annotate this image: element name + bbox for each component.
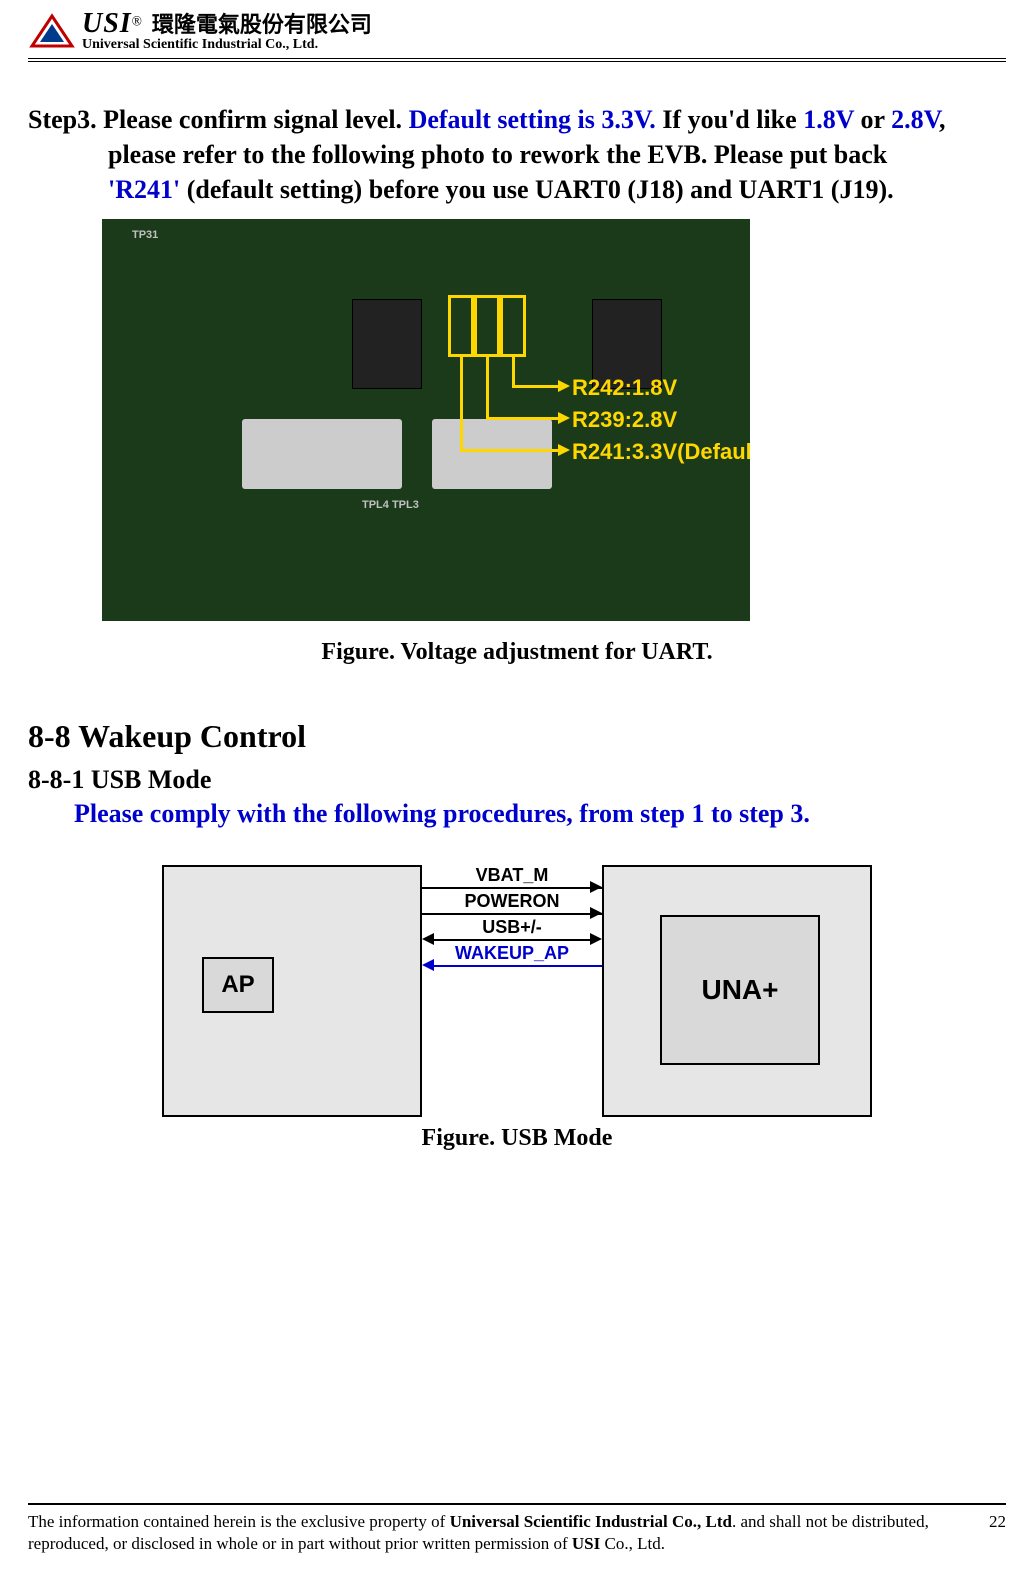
section-8-8-1: 8-8-1 USB Mode bbox=[28, 765, 1006, 795]
step3-paragraph: Step3. Please confirm signal level. Defa… bbox=[28, 102, 1006, 207]
figure1-caption: Figure. Voltage adjustment for UART. bbox=[28, 639, 1006, 666]
step3-r241: 'R241' bbox=[108, 175, 180, 204]
section-8-8: 8-8 Wakeup Control bbox=[28, 718, 1006, 755]
logo-cjk: 環隆電氣股份有限公司 bbox=[152, 12, 372, 37]
figure2-caption: Figure. USB Mode bbox=[28, 1125, 1006, 1152]
step3-prefix: Step3. Please confirm signal level. bbox=[28, 105, 409, 134]
page-footer: 22 The information contained herein is t… bbox=[28, 1503, 1006, 1555]
footer-bold2: USI bbox=[572, 1534, 600, 1553]
logo-icon bbox=[28, 12, 76, 50]
annot-r242: R242:1.8V bbox=[572, 375, 677, 401]
footer-bold1: Universal Scientific Industrial Co., Ltd bbox=[450, 1512, 732, 1531]
logo-text-block: USI® 環隆電氣股份有限公司 Universal Scientific Ind… bbox=[82, 10, 372, 52]
annot-r241: R241:3.3V(Default) bbox=[572, 439, 750, 465]
logo-usi: USI bbox=[82, 8, 132, 39]
annot-r239: R239:2.8V bbox=[572, 407, 677, 433]
step3-line2a: please refer to the following photo to r… bbox=[108, 140, 887, 169]
step3-18v: 1.8V bbox=[803, 105, 854, 134]
page-prefix bbox=[972, 1512, 989, 1531]
page-header: USI® 環隆電氣股份有限公司 Universal Scientific Ind… bbox=[28, 10, 1006, 62]
procedure-note: Please comply with the following procedu… bbox=[74, 799, 1006, 829]
ap-block: AP bbox=[202, 957, 274, 1013]
pcb-photo: TP31 TPL4 TPL3 R242:1.8V R239:2.8V R241:… bbox=[102, 219, 750, 621]
step3-default: Default setting is 3.3V. bbox=[409, 105, 656, 134]
step3-or: or bbox=[854, 105, 891, 134]
step3-line3: (default setting) before you use UART0 (… bbox=[180, 175, 893, 204]
usb-mode-diagram: AP UNA+ VBAT_M POWERON USB+/- WAKEUP_AP bbox=[162, 865, 872, 1117]
footer-text3: Co., Ltd. bbox=[600, 1534, 665, 1553]
footer-text1: The information contained herein is the … bbox=[28, 1512, 450, 1531]
logo-row: USI® 環隆電氣股份有限公司 Universal Scientific Ind… bbox=[28, 10, 372, 52]
signal-wakeup: WAKEUP_AP bbox=[422, 943, 602, 964]
una-block: UNA+ bbox=[660, 915, 820, 1065]
page-number: 22 bbox=[989, 1512, 1006, 1531]
step3-mid1: If you'd like bbox=[656, 105, 803, 134]
step3-comma: , bbox=[939, 105, 946, 134]
logo-subtitle: Universal Scientific Industrial Co., Ltd… bbox=[82, 38, 372, 52]
signal-vbat: VBAT_M bbox=[422, 865, 602, 886]
signal-poweron: POWERON bbox=[422, 891, 602, 912]
signal-usb: USB+/- bbox=[422, 917, 602, 938]
step3-28v: 2.8V bbox=[891, 105, 939, 134]
logo-reg: ® bbox=[132, 14, 142, 29]
